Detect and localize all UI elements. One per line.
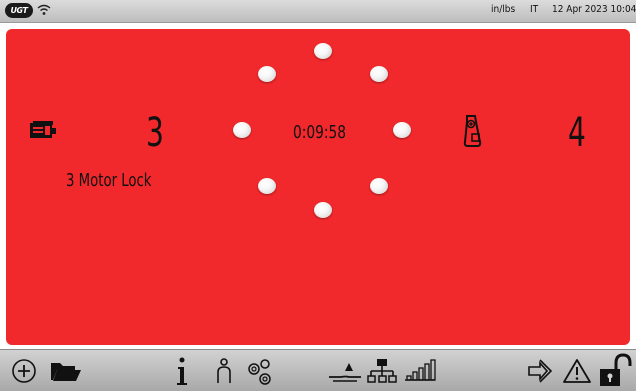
login-icon[interactable]: [527, 358, 553, 384]
units-indicator: in/lbs: [491, 4, 516, 15]
lock-caption: 3 Motor Lock: [66, 170, 152, 191]
spinner-dot: [370, 66, 388, 82]
unlock-icon[interactable]: [598, 353, 632, 387]
network-icon[interactable]: [367, 357, 397, 385]
wifi-icon: [37, 4, 51, 15]
spinner-dot: [258, 178, 276, 194]
signal-icon[interactable]: [404, 358, 436, 382]
bottle-sensor-icon: [463, 115, 482, 147]
device-icon: [30, 121, 56, 138]
right-count: 4: [568, 110, 586, 156]
bottom-toolbar: [0, 349, 636, 391]
spinner-dot: [314, 202, 332, 218]
settings-icon[interactable]: [244, 357, 274, 387]
info-icon[interactable]: [176, 357, 188, 387]
spinner-dot: [314, 43, 332, 59]
language-indicator: IT: [530, 4, 539, 15]
user-icon[interactable]: [216, 358, 232, 384]
spinner-dot: [258, 66, 276, 82]
countdown-timer: 0:09:58: [293, 122, 347, 143]
spinner-dot: [370, 178, 388, 194]
brand-logo: UGT: [5, 3, 33, 18]
add-icon[interactable]: [11, 358, 37, 384]
status-panel: 3 3 Motor Lock 0:09:58 4: [6, 29, 630, 345]
warning-icon[interactable]: [562, 358, 592, 384]
level-icon[interactable]: [328, 360, 362, 382]
datetime-display: 12 Apr 2023 10:04: [552, 4, 636, 15]
status-bar: UGT in/lbs IT 12 Apr 2023 10:04: [0, 0, 636, 23]
spinner-dot: [233, 122, 251, 138]
spinner-dot: [393, 122, 411, 138]
left-count: 3: [146, 110, 164, 156]
folder-icon[interactable]: [50, 359, 82, 383]
